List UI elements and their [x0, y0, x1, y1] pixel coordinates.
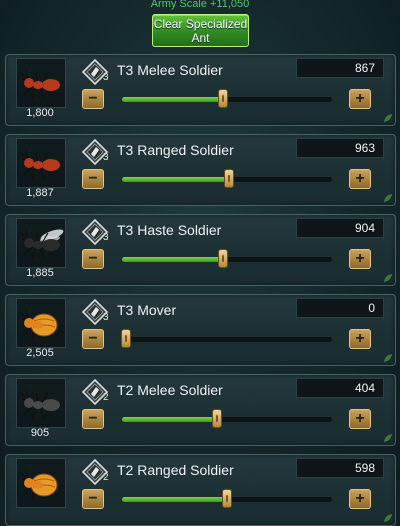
increase-button[interactable]: + — [349, 489, 371, 509]
slider-fill — [122, 97, 223, 102]
unit-name: T3 Haste Soldier — [117, 222, 222, 238]
owned-count: 2,505 — [26, 347, 54, 359]
slider-fill — [122, 257, 223, 262]
tier-number: 3 — [103, 232, 109, 243]
unit-row: 2 T2 Ranged Soldier 598 − + — [5, 454, 396, 526]
quantity-input[interactable]: 0 — [296, 298, 384, 318]
quantity-slider[interactable] — [122, 169, 332, 188]
ant-portrait[interactable] — [16, 58, 66, 108]
tier-number: 3 — [103, 312, 109, 323]
ant-portrait[interactable] — [16, 218, 66, 268]
leaf-decoration-icon — [384, 354, 392, 362]
unit-row: 905 2 T2 Melee Soldier 404 − + — [5, 374, 396, 446]
quantity-input[interactable]: 598 — [296, 458, 384, 478]
slider-handle[interactable] — [217, 249, 228, 268]
slider-handle[interactable] — [217, 89, 228, 108]
ant-portrait[interactable] — [16, 458, 66, 508]
leaf-decoration-icon — [384, 434, 392, 442]
decrease-button[interactable]: − — [82, 169, 104, 189]
unit-name: T3 Ranged Soldier — [117, 142, 234, 158]
leaf-decoration-icon — [384, 274, 392, 282]
ant-portrait[interactable] — [16, 138, 66, 188]
quantity-slider[interactable] — [122, 89, 332, 108]
ant-portrait[interactable] — [16, 298, 66, 348]
slider-handle[interactable] — [224, 169, 235, 188]
slider-handle[interactable] — [222, 489, 232, 508]
increase-button[interactable]: + — [349, 169, 371, 189]
leaf-decoration-icon — [384, 194, 392, 202]
unit-name: T2 Ranged Soldier — [117, 462, 234, 478]
unit-name: T3 Melee Soldier — [117, 62, 223, 78]
slider-fill — [122, 417, 217, 422]
owned-count: 1,887 — [26, 187, 54, 199]
tier-number: 3 — [103, 72, 109, 83]
slider-handle[interactable] — [121, 329, 132, 348]
quantity-input[interactable]: 404 — [296, 378, 384, 398]
unit-row: 1,885 3 T3 Haste Soldier 904 − + — [5, 214, 396, 286]
unit-row: 1,800 3 T3 Melee Soldier 867 − + — [5, 54, 396, 126]
increase-button[interactable]: + — [349, 249, 371, 269]
ant-portrait[interactable] — [16, 378, 66, 428]
clear-specialized-ant-button[interactable]: Clear Specialized Ant — [152, 14, 249, 47]
tier-number: 3 — [103, 152, 109, 163]
owned-count: 905 — [30, 427, 50, 439]
unit-row: 1,887 3 T3 Ranged Soldier 963 − + — [5, 134, 396, 206]
decrease-button[interactable]: − — [82, 489, 104, 509]
increase-button[interactable]: + — [349, 409, 371, 429]
unit-name: T3 Mover — [117, 302, 177, 318]
increase-button[interactable]: + — [349, 329, 371, 349]
increase-button[interactable]: + — [349, 89, 371, 109]
quantity-slider[interactable] — [121, 329, 332, 348]
quantity-slider[interactable] — [122, 489, 332, 508]
quantity-slider[interactable] — [122, 249, 332, 268]
slider-handle[interactable] — [211, 409, 222, 428]
army-scale-label: Army Scale +11,050 — [150, 0, 250, 10]
decrease-button[interactable]: − — [82, 329, 104, 349]
quantity-input[interactable]: 963 — [296, 138, 384, 158]
tier-number: 2 — [103, 472, 109, 483]
slider-fill — [122, 177, 230, 182]
decrease-button[interactable]: − — [82, 89, 104, 109]
leaf-decoration-icon — [384, 514, 392, 522]
leaf-decoration-icon — [384, 114, 392, 122]
unit-row: 2,505 3 T3 Mover 0 − + — [5, 294, 396, 366]
tier-number: 2 — [103, 392, 109, 403]
decrease-button[interactable]: − — [82, 409, 104, 429]
decrease-button[interactable]: − — [82, 249, 104, 269]
quantity-input[interactable]: 867 — [296, 58, 384, 78]
unit-name: T2 Melee Soldier — [117, 382, 223, 398]
quantity-slider[interactable] — [122, 409, 332, 428]
slider-fill — [122, 497, 227, 502]
owned-count: 1,800 — [26, 107, 54, 119]
owned-count: 1,885 — [26, 267, 54, 279]
quantity-input[interactable]: 904 — [296, 218, 384, 238]
